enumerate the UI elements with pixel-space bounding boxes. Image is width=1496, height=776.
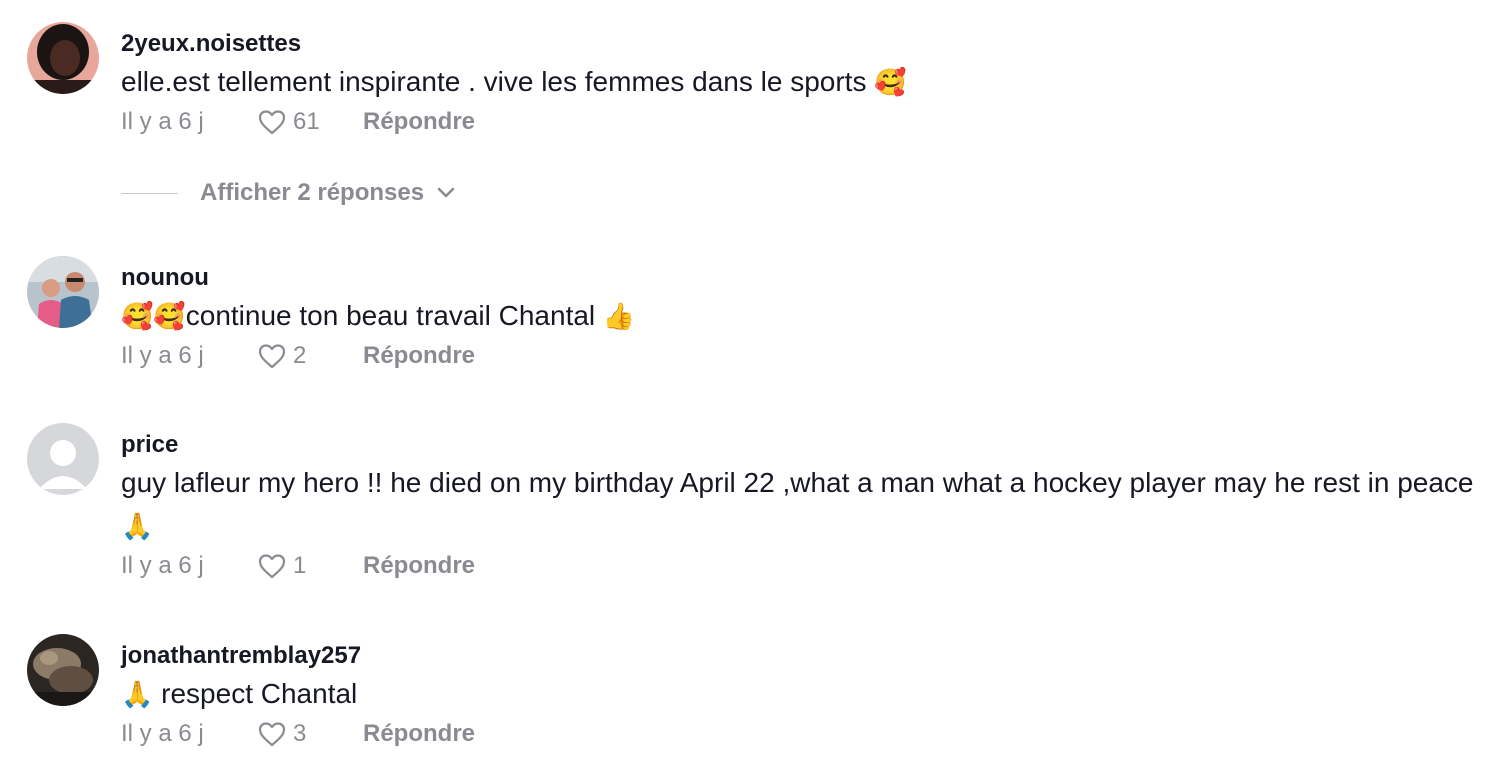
- like-count: 1: [293, 552, 307, 579]
- like-count: 61: [293, 108, 320, 135]
- like-button[interactable]: 3: [257, 720, 333, 748]
- like-button[interactable]: 61: [257, 108, 333, 136]
- heart-outline-icon: [258, 344, 286, 369]
- user-avatar[interactable]: [27, 634, 99, 706]
- divider: [121, 192, 178, 194]
- comment-meta: Il y a 6 j 3 Répondre: [121, 717, 475, 751]
- comment-timestamp: Il y a 6 j: [121, 342, 204, 369]
- folded-hands-emoji: 🙏: [121, 511, 154, 541]
- thumbs-up-emoji: 👍: [602, 301, 636, 331]
- comment-text-body: guy lafleur my hero !! he died on my bir…: [121, 467, 1474, 498]
- user-avatar[interactable]: [27, 256, 99, 328]
- like-button[interactable]: 1: [257, 552, 333, 580]
- user-avatar[interactable]: [27, 22, 99, 94]
- comment-text: elle.est tellement inspirante . vive les…: [121, 60, 1481, 104]
- smiling-hearts-emoji: 🥰: [874, 67, 907, 97]
- like-button[interactable]: 2: [257, 342, 333, 370]
- comment-username[interactable]: 2yeux.noisettes: [121, 30, 301, 58]
- reply-button[interactable]: Répondre: [363, 342, 475, 370]
- comment-text: 🥰🥰continue ton beau travail Chantal 👍: [121, 294, 1481, 338]
- like-count: 2: [293, 342, 307, 369]
- user-avatar[interactable]: [27, 423, 99, 495]
- reply-button[interactable]: Répondre: [363, 720, 475, 748]
- view-replies-label: Afficher 2 réponses: [200, 179, 425, 206]
- comment-timestamp: Il y a 6 j: [121, 720, 204, 747]
- comment-meta: Il y a 6 j 61 Répondre: [121, 105, 475, 139]
- smiling-hearts-emoji: 🥰🥰: [121, 301, 186, 331]
- reply-button[interactable]: Répondre: [363, 552, 475, 580]
- like-count: 3: [293, 720, 307, 747]
- comment-text-body: elle.est tellement inspirante . vive les…: [121, 66, 867, 97]
- comment-timestamp: Il y a 6 j: [121, 108, 204, 135]
- comment-username[interactable]: jonathantremblay257: [121, 642, 361, 670]
- comment-timestamp: Il y a 6 j: [121, 552, 204, 579]
- chevron-down-icon: [436, 186, 456, 200]
- heart-outline-icon: [258, 722, 286, 747]
- reply-button[interactable]: Répondre: [363, 108, 475, 136]
- folded-hands-emoji: 🙏: [121, 679, 154, 709]
- comment-text: guy lafleur my hero !! he died on my bir…: [121, 461, 1481, 548]
- heart-outline-icon: [258, 110, 286, 135]
- comment-username[interactable]: price: [121, 431, 178, 459]
- view-replies-button[interactable]: Afficher 2 réponses: [121, 176, 456, 210]
- heart-outline-icon: [258, 554, 286, 579]
- comment-meta: Il y a 6 j 2 Répondre: [121, 339, 475, 373]
- comment-text-body: respect Chantal: [153, 678, 358, 709]
- comment-meta: Il y a 6 j 1 Répondre: [121, 549, 475, 583]
- comment-text: 🙏 respect Chantal: [121, 672, 1481, 716]
- comment-text-body: continue ton beau travail Chantal: [185, 300, 596, 331]
- comment-username[interactable]: nounou: [121, 264, 209, 292]
